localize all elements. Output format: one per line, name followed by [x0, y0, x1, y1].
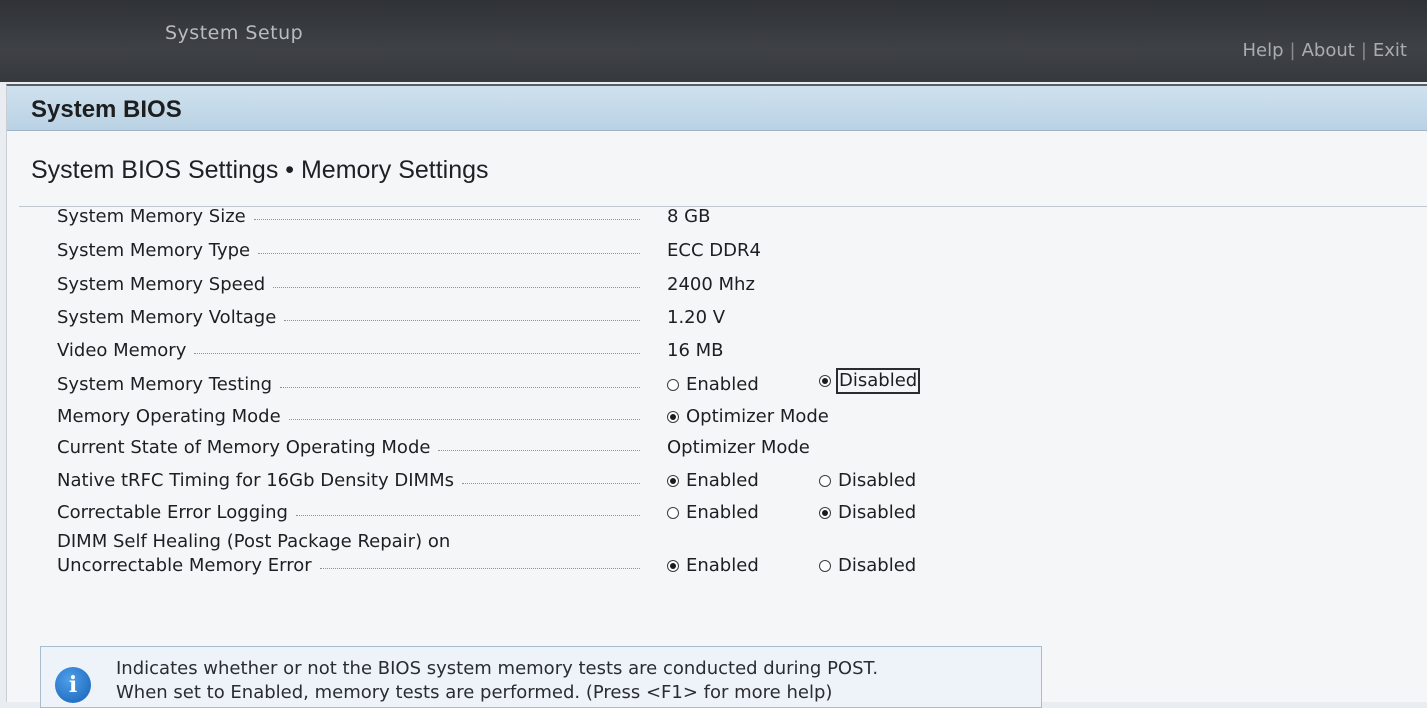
bios-header: System BIOS — [7, 86, 1427, 131]
option-label: Enabled — [686, 555, 759, 576]
option-label: Disabled — [838, 470, 917, 491]
info-icon: i — [55, 667, 91, 703]
app-title: System Setup — [165, 22, 304, 44]
radio-unchecked-icon — [667, 379, 679, 391]
setting-label: System Memory Voltage — [57, 303, 640, 333]
setting-row-memory-speed: System Memory Speed 2400 Mhz — [57, 270, 1357, 300]
setting-label: Memory Operating Mode — [57, 402, 640, 432]
radio-unchecked-icon — [819, 475, 831, 487]
setting-label: System Memory Testing — [57, 370, 640, 400]
exit-link[interactable]: Exit — [1373, 40, 1407, 61]
bios-header-title: System BIOS — [31, 96, 182, 123]
help-line-1: Indicates whether or not the BIOS system… — [116, 658, 879, 679]
help-text: Indicates whether or not the BIOS system… — [116, 657, 878, 705]
radio-checked-icon — [667, 475, 679, 487]
native-trfc-disabled-radio[interactable]: Disabled — [819, 466, 916, 496]
main-panel: System BIOS System BIOS Settings • Memor… — [6, 84, 1427, 702]
help-line-2: When set to Enabled, memory tests are pe… — [116, 682, 833, 703]
radio-checked-icon — [667, 560, 679, 572]
setting-row-memory-testing: System Memory Testing Enabled Disabled — [57, 368, 1357, 400]
setting-label: Uncorrectable Memory Error — [57, 551, 640, 581]
setting-row-error-logging: Correctable Error Logging Enabled Disabl… — [57, 498, 1357, 528]
setting-row-memory-type: System Memory Type ECC DDR4 — [57, 236, 1357, 266]
setting-row-memory-voltage: System Memory Voltage 1.20 V — [57, 303, 1357, 333]
page-title: System BIOS Settings • Memory Settings — [31, 156, 489, 184]
setting-label: Video Memory — [57, 336, 640, 366]
link-separator: | — [1360, 40, 1367, 61]
option-label: Enabled — [686, 470, 759, 491]
top-links: Help | About | Exit — [1242, 40, 1407, 61]
error-logging-disabled-radio[interactable]: Disabled — [819, 498, 916, 528]
setting-label: System Memory Type — [57, 236, 640, 266]
setting-row-operating-mode: Memory Operating Mode Optimizer Mode — [57, 402, 1357, 432]
help-link[interactable]: Help — [1242, 40, 1283, 61]
option-label: Disabled — [838, 502, 917, 523]
native-trfc-enabled-radio[interactable]: Enabled — [667, 466, 759, 496]
help-box: i Indicates whether or not the BIOS syst… — [40, 646, 1042, 708]
setting-row-dimm-self-healing: DIMM Self Healing (Post Package Repair) … — [57, 527, 1357, 581]
setting-row-current-state: Current State of Memory Operating Mode O… — [57, 433, 1357, 463]
option-label: Enabled — [686, 374, 759, 395]
radio-unchecked-icon — [667, 507, 679, 519]
radio-checked-icon — [667, 411, 679, 423]
option-label: Disabled — [835, 368, 921, 394]
option-label: Disabled — [838, 555, 917, 576]
setting-label: System Memory Size — [57, 202, 640, 232]
radio-unchecked-icon — [819, 560, 831, 572]
top-bar: System Setup Help | About | Exit — [0, 0, 1427, 82]
setting-value: 8 GB — [667, 206, 711, 227]
setting-label: Correctable Error Logging — [57, 498, 640, 528]
option-label: Enabled — [686, 502, 759, 523]
setting-value: 16 MB — [667, 340, 724, 361]
setting-row-memory-size: System Memory Size 8 GB — [57, 202, 1357, 232]
setting-label: Current State of Memory Operating Mode — [57, 433, 640, 463]
error-logging-enabled-radio[interactable]: Enabled — [667, 498, 759, 528]
setting-label: System Memory Speed — [57, 270, 640, 300]
setting-value: 1.20 V — [667, 307, 726, 328]
option-label: Optimizer Mode — [686, 406, 829, 427]
setting-row-native-trfc: Native tRFC Timing for 16Gb Density DIMM… — [57, 466, 1357, 496]
about-link[interactable]: About — [1302, 40, 1355, 61]
dimm-self-healing-disabled-radio[interactable]: Disabled — [819, 551, 916, 581]
radio-checked-icon — [819, 507, 831, 519]
setting-value: Optimizer Mode — [667, 437, 810, 458]
setting-label: Native tRFC Timing for 16Gb Density DIMM… — [57, 466, 640, 496]
memory-testing-enabled-radio[interactable]: Enabled — [667, 370, 759, 400]
dimm-self-healing-enabled-radio[interactable]: Enabled — [667, 551, 759, 581]
setting-value: ECC DDR4 — [667, 240, 761, 261]
radio-checked-icon — [819, 375, 831, 387]
setting-row-video-memory: Video Memory 16 MB — [57, 336, 1357, 366]
memory-testing-disabled-radio[interactable]: Disabled — [819, 368, 921, 394]
link-separator: | — [1289, 40, 1296, 61]
operating-mode-optimizer-radio[interactable]: Optimizer Mode — [667, 402, 829, 432]
setting-value: 2400 Mhz — [667, 274, 755, 295]
